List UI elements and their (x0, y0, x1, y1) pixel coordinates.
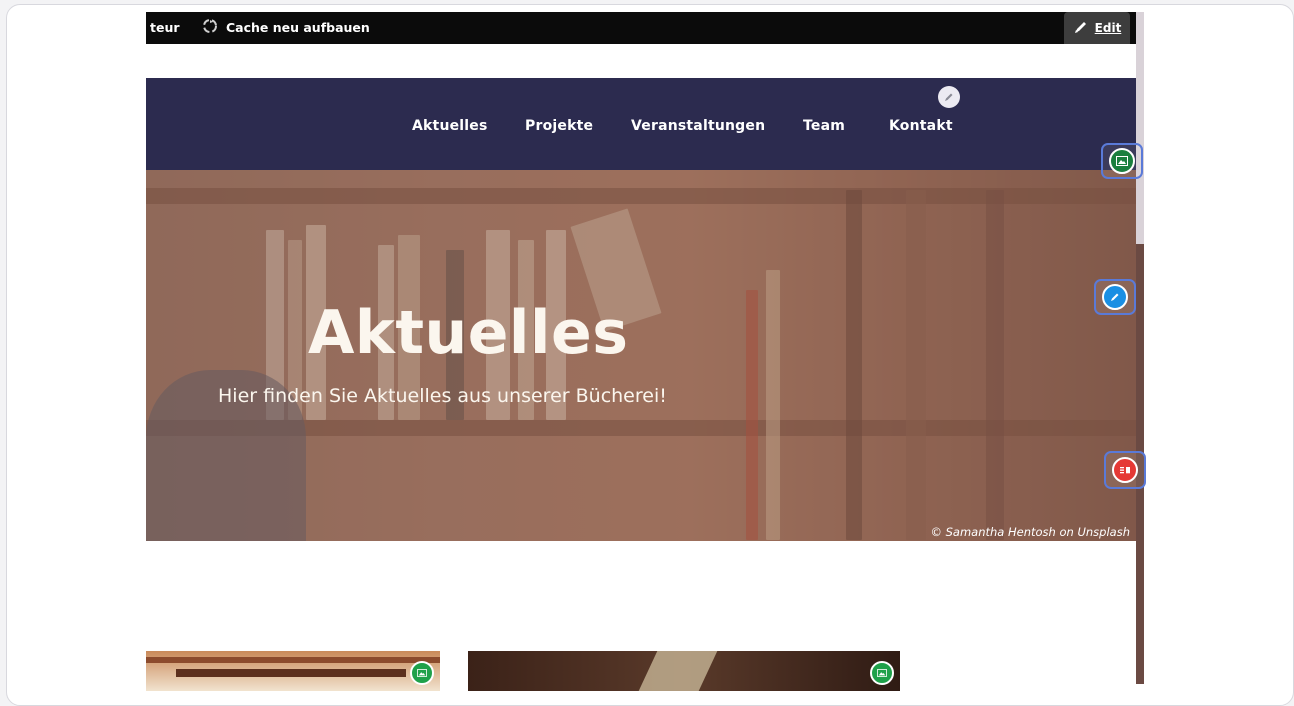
nav-item-team[interactable]: Team (803, 118, 845, 134)
layout-control[interactable] (1104, 451, 1146, 489)
pencil-icon (1102, 284, 1128, 310)
nav-item-kontakt[interactable]: Kontakt (889, 118, 953, 134)
layout-icon (1112, 457, 1138, 483)
hero-subtitle: Hier finden Sie Aktuelles aus unserer Bü… (218, 385, 667, 407)
recycle-icon (202, 18, 218, 37)
nav-item-aktuelles[interactable]: Aktuelles (412, 118, 488, 134)
image-icon (1109, 148, 1135, 174)
teaser-card-image[interactable] (468, 651, 900, 691)
edit-content-control[interactable] (1094, 279, 1136, 315)
book-decoration (638, 651, 718, 691)
nav-item-veranstaltungen[interactable]: Veranstaltungen (631, 118, 765, 134)
toolbar-partial-item[interactable]: teur (150, 20, 180, 35)
edit-button[interactable]: Edit (1064, 12, 1130, 44)
scrollbar-thumb[interactable] (1136, 12, 1144, 244)
book-decoration (176, 669, 406, 677)
nav-item-projekte[interactable]: Projekte (525, 118, 593, 134)
change-image-control[interactable] (1101, 143, 1143, 179)
admin-toolbar: teur Cache neu aufbauen Edit (146, 12, 1136, 44)
teaser-card-image[interactable] (146, 651, 440, 691)
hero-title: Aktuelles (308, 298, 629, 368)
main-navigation: Aktuelles Projekte Veranstaltungen Team … (146, 78, 1136, 170)
photo-credit: © Samantha Hentosh on Unsplash (930, 525, 1130, 539)
nav-edit-pencil-icon[interactable] (938, 86, 960, 108)
book-decoration (146, 657, 440, 663)
image-icon[interactable] (870, 661, 894, 685)
image-icon[interactable] (410, 661, 434, 685)
hero-overlay (146, 170, 1136, 541)
rebuild-cache-button[interactable]: Cache neu aufbauen (226, 20, 370, 35)
pencil-icon (1073, 19, 1089, 38)
hero-banner: Aktuelles Hier finden Sie Aktuelles aus … (146, 170, 1136, 541)
edit-label: Edit (1094, 21, 1122, 35)
